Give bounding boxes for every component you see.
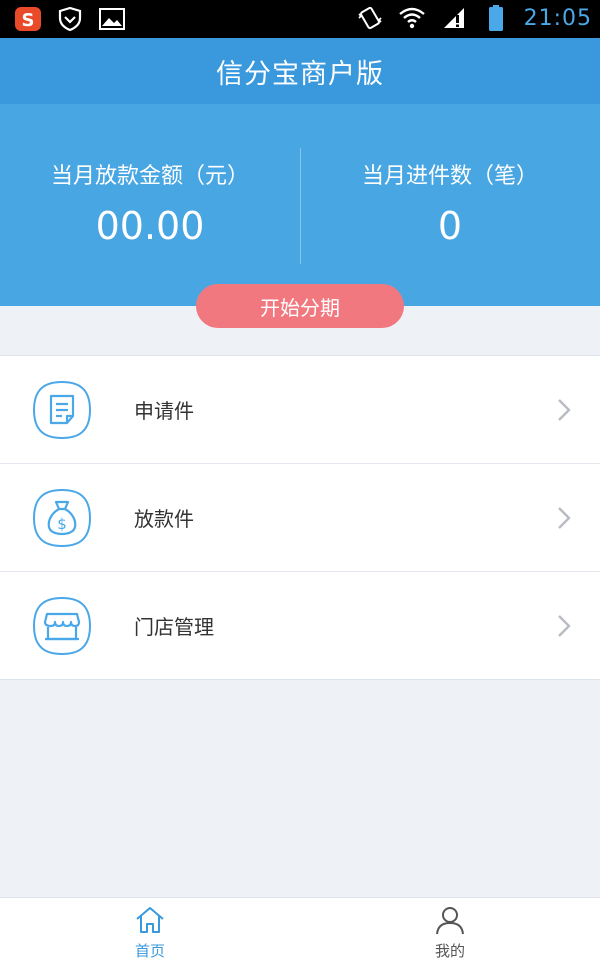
shield-icon: [56, 5, 84, 33]
menu-list: 申请件 $ 放款件 门店管理: [0, 355, 600, 680]
gallery-icon: [98, 5, 126, 33]
monthly-loan-amount-stat: 当月放款金额（元） 00.00: [0, 104, 300, 306]
home-icon: [136, 907, 164, 933]
menu-item-applications[interactable]: 申请件: [0, 356, 600, 464]
menu-item-store-management[interactable]: 门店管理: [0, 572, 600, 679]
page-title: 信分宝商户版: [216, 58, 384, 90]
menu-item-label: 申请件: [134, 399, 194, 423]
menu-item-label: 放款件: [134, 507, 194, 531]
chevron-right-icon: [556, 504, 572, 532]
battery-icon: [482, 4, 510, 32]
wifi-icon: [398, 4, 426, 32]
nav-label-home: 首页: [134, 942, 165, 960]
svg-text:$: $: [57, 515, 67, 533]
monthly-count-label: 当月进件数（笔）: [361, 164, 538, 189]
user-icon: [436, 907, 464, 935]
start-installment-button[interactable]: 开始分期: [196, 284, 404, 328]
vibrate-icon: [356, 4, 384, 32]
alert-icon: [440, 4, 468, 32]
application-form-icon: [32, 380, 92, 440]
chevron-right-icon: [556, 612, 572, 640]
sogou-input-icon: S: [14, 5, 42, 33]
nav-label-mine: 我的: [434, 942, 465, 960]
title-bar: 信分宝商户版: [0, 38, 600, 104]
status-time: 21:05: [523, 5, 592, 31]
stats-panel: 当月放款金额（元） 00.00 当月进件数（笔） 0: [0, 104, 600, 306]
status-bar: S 21:05: [0, 0, 600, 38]
menu-item-label: 门店管理: [134, 615, 214, 639]
money-bag-icon: $: [32, 488, 92, 548]
svg-text:S: S: [22, 10, 35, 31]
monthly-count-value: 0: [437, 204, 463, 248]
store-icon: [32, 596, 92, 656]
nav-item-home[interactable]: 首页: [0, 898, 300, 961]
nav-item-mine[interactable]: 我的: [300, 898, 600, 961]
monthly-loan-amount-value: 00.00: [95, 204, 205, 248]
monthly-count-stat: 当月进件数（笔） 0: [300, 104, 600, 306]
menu-item-disbursements[interactable]: $ 放款件: [0, 464, 600, 572]
chevron-right-icon: [556, 396, 572, 424]
bottom-nav: 首页 我的: [0, 897, 600, 961]
monthly-loan-amount-label: 当月放款金额（元）: [50, 164, 249, 189]
